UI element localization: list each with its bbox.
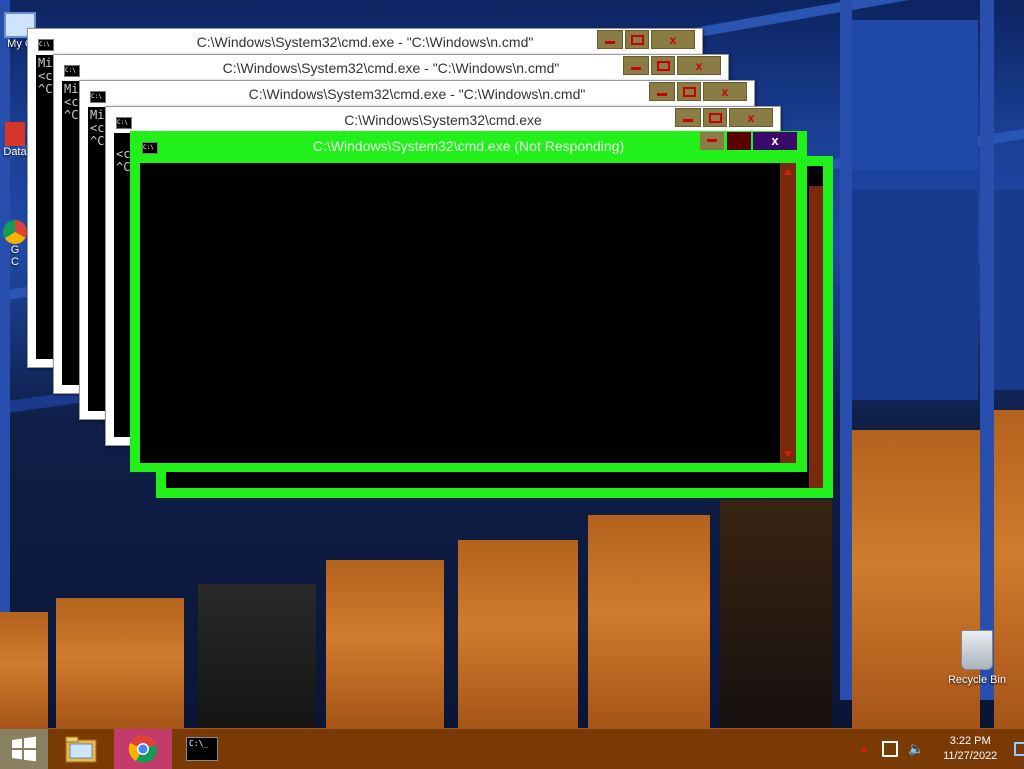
chrome-icon	[128, 735, 158, 763]
scrollbar[interactable]	[809, 186, 823, 488]
minimize-button[interactable]	[675, 108, 701, 127]
scroll-up-arrow-icon[interactable]	[784, 169, 792, 175]
taskbar-cmd[interactable]: C:\_	[178, 729, 226, 769]
file-explorer-icon	[65, 736, 97, 763]
maximize-button[interactable]	[625, 30, 649, 49]
taskbar: C:\_ 🔈 3:22 PM 11/27/2022	[0, 728, 1024, 769]
show-desktop-icon[interactable]	[1014, 742, 1024, 756]
minimize-button[interactable]	[700, 132, 724, 150]
minimize-button[interactable]	[649, 82, 675, 101]
maximize-button[interactable]	[651, 56, 675, 75]
close-button[interactable]: x	[677, 56, 721, 75]
desktop-icon-label: C	[11, 256, 19, 268]
clock-date: 11/27/2022	[943, 750, 998, 762]
tray-arrow-icon[interactable]	[860, 746, 868, 752]
recycle-bin-icon	[961, 630, 993, 670]
chrome-icon	[3, 220, 27, 244]
vertical-scrollbar[interactable]	[780, 163, 796, 463]
close-button[interactable]: x	[729, 108, 773, 127]
windows-start-icon	[12, 736, 36, 762]
taskbar-chrome[interactable]	[114, 729, 172, 769]
speaker-icon[interactable]: 🔈	[908, 741, 924, 757]
desktop-icon-data[interactable]: Data	[0, 122, 30, 158]
maximize-button[interactable]	[703, 108, 727, 127]
clock[interactable]: 3:22 PM 11/27/2022	[940, 734, 1000, 764]
minimize-button[interactable]	[623, 56, 649, 75]
console-area[interactable]	[140, 163, 780, 463]
desktop-icon-chrome[interactable]: G C	[0, 220, 30, 268]
clock-time: 3:22 PM	[949, 735, 991, 747]
cmd-icon: C:\_	[186, 737, 218, 761]
close-button[interactable]: x	[651, 30, 695, 49]
recycle-bin-label: Recycle Bin	[947, 674, 1007, 686]
desktop-icon-label: Data	[3, 146, 27, 158]
maximize-button[interactable]	[727, 132, 751, 150]
network-icon[interactable]	[882, 741, 898, 757]
close-button[interactable]: x	[753, 132, 797, 150]
scroll-down-arrow-icon[interactable]	[784, 451, 792, 457]
start-button[interactable]	[0, 729, 48, 769]
close-button[interactable]: x	[703, 82, 747, 101]
desktop-icon-recycle-bin[interactable]: Recycle Bin	[942, 630, 1012, 686]
shortcut-icon	[5, 122, 25, 146]
system-tray: 🔈 3:22 PM 11/27/2022	[860, 729, 1024, 769]
minimize-button[interactable]	[597, 30, 623, 49]
taskbar-file-explorer[interactable]	[56, 729, 106, 769]
desktop-icon-label: G	[10, 244, 20, 256]
cmd-window-not-responding[interactable]: C:\ C:\Windows\System32\cmd.exe (Not Res…	[130, 131, 807, 472]
maximize-button[interactable]	[677, 82, 701, 101]
